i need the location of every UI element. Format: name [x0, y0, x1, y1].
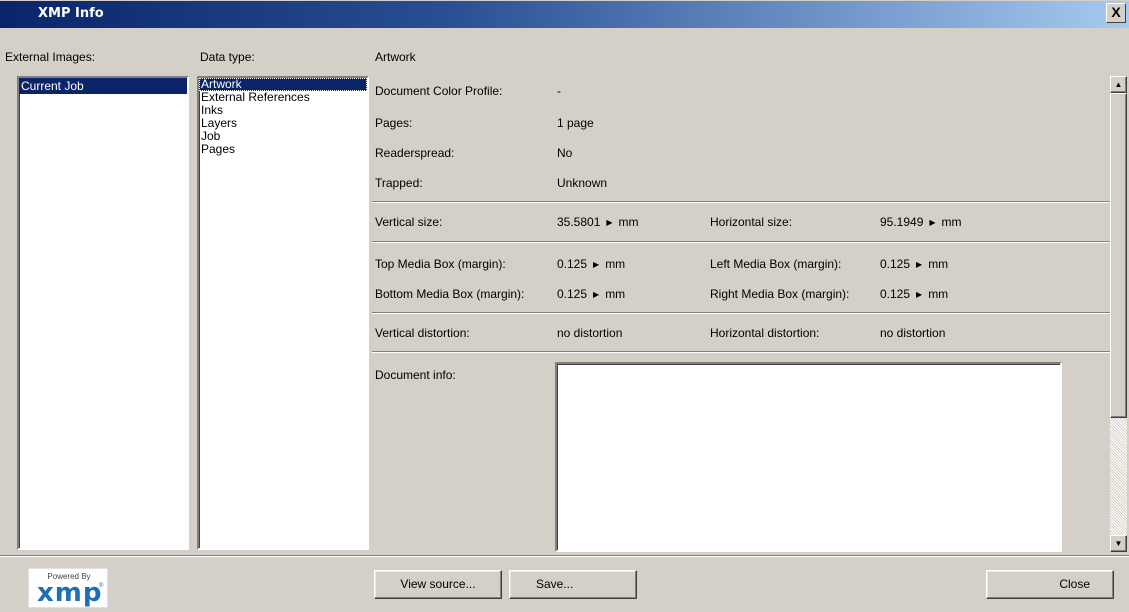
- pages-value: 1 page: [557, 116, 594, 130]
- right-triangle-icon[interactable]: ▶: [593, 260, 599, 269]
- horizontal-distortion-value: no distortion: [880, 326, 946, 340]
- top-media-box-number: 0.125: [557, 257, 588, 271]
- vertical-distortion-value: no distortion: [557, 326, 623, 340]
- external-images-label: External Images:: [5, 50, 96, 64]
- bottom-media-box-label: Bottom Media Box (margin):: [375, 287, 525, 301]
- top-media-box-label: Top Media Box (margin):: [375, 257, 506, 271]
- save-button[interactable]: Save...: [509, 570, 637, 599]
- horizontal-size-number: 95.1949: [880, 215, 924, 229]
- external-images-listbox[interactable]: Current Job: [17, 76, 189, 550]
- left-media-box-number: 0.125: [880, 257, 911, 271]
- document-info-label: Document info:: [375, 368, 456, 382]
- vertical-size-number: 35.5801: [557, 215, 601, 229]
- horizontal-size-label: Horizontal size:: [710, 215, 793, 229]
- window-title: XMP Info: [38, 6, 104, 21]
- close-button[interactable]: Close: [986, 570, 1114, 599]
- right-triangle-icon[interactable]: ▶: [916, 290, 922, 299]
- data-type-listbox[interactable]: Artwork External References Inks Layers …: [197, 76, 369, 550]
- horizontal-size-unit: mm: [941, 215, 962, 229]
- separator: [372, 312, 1110, 314]
- list-item-layers[interactable]: Layers: [199, 117, 367, 130]
- bottom-media-box-unit: mm: [605, 287, 626, 301]
- left-media-box-label: Left Media Box (margin):: [710, 257, 842, 271]
- separator: [372, 241, 1110, 243]
- logo-brand: xmp: [37, 578, 103, 608]
- left-media-box-unit: mm: [928, 257, 949, 271]
- separator: [372, 351, 1110, 353]
- horizontal-distortion-label: Horizontal distortion:: [710, 326, 820, 340]
- pages-label: Pages:: [375, 116, 413, 130]
- top-media-box-value: 0.125 ▶ mm: [557, 257, 625, 271]
- bottom-media-box-value: 0.125 ▶ mm: [557, 287, 625, 301]
- right-media-box-number: 0.125: [880, 287, 911, 301]
- list-item-external-references[interactable]: External References: [199, 91, 367, 104]
- readerspread-value: No: [557, 146, 573, 160]
- right-triangle-icon[interactable]: ▶: [916, 260, 922, 269]
- right-triangle-icon[interactable]: ▶: [593, 290, 599, 299]
- right-media-box-label: Right Media Box (margin):: [710, 287, 850, 301]
- list-item-current-job[interactable]: Current Job: [19, 78, 187, 94]
- readerspread-label: Readerspread:: [375, 146, 455, 160]
- top-media-box-unit: mm: [605, 257, 626, 271]
- list-item-pages[interactable]: Pages: [199, 143, 367, 156]
- document-color-profile-label: Document Color Profile:: [375, 84, 503, 98]
- bottom-media-box-number: 0.125: [557, 287, 588, 301]
- document-info-textarea[interactable]: [555, 362, 1062, 552]
- view-source-button[interactable]: View source...: [374, 570, 502, 599]
- vertical-size-value: 35.5801 ▶ mm: [557, 215, 639, 229]
- data-type-label: Data type:: [200, 50, 255, 64]
- trapped-value: Unknown: [557, 176, 608, 190]
- scrollbar-thumb[interactable]: [1110, 93, 1127, 418]
- vertical-size-unit: mm: [618, 215, 639, 229]
- close-window-button[interactable]: X: [1106, 3, 1126, 23]
- footer-separator: [0, 555, 1129, 557]
- separator: [372, 201, 1110, 203]
- trapped-label: Trapped:: [375, 176, 423, 190]
- vertical-size-label: Vertical size:: [375, 215, 443, 229]
- details-heading: Artwork: [375, 50, 416, 64]
- left-media-box-value: 0.125 ▶ mm: [880, 257, 948, 271]
- horizontal-size-value: 95.1949 ▶ mm: [880, 215, 962, 229]
- title-bar[interactable]: [0, 0, 1129, 28]
- right-triangle-icon[interactable]: ▶: [929, 218, 935, 227]
- right-media-box-unit: mm: [928, 287, 949, 301]
- document-color-profile-value: -: [557, 84, 561, 98]
- right-triangle-icon[interactable]: ▶: [606, 218, 612, 227]
- vertical-distortion-label: Vertical distortion:: [375, 326, 470, 340]
- arrow-up-icon[interactable]: ▲: [1110, 76, 1127, 93]
- xmp-logo: Powered By xmp ®: [28, 568, 108, 608]
- right-media-box-value: 0.125 ▶ mm: [880, 287, 948, 301]
- arrow-down-icon[interactable]: ▼: [1110, 535, 1127, 552]
- logo-trademark: ®: [99, 583, 104, 589]
